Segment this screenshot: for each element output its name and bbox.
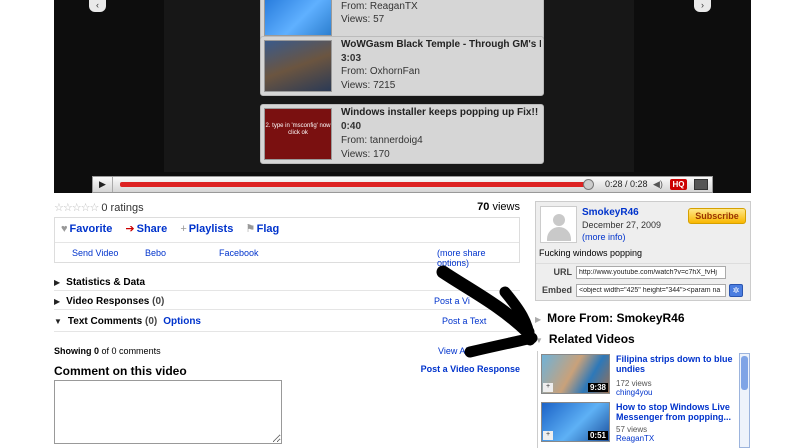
rating-stars[interactable]: ☆☆☆☆☆ [54, 202, 99, 214]
list-item[interactable]: + 9:38 Filipina strips down to blue undi… [540, 354, 740, 398]
upload-date: December 27, 2009 [582, 220, 662, 230]
embed-label: Embed [541, 285, 572, 295]
related-user[interactable]: ReaganTX [616, 434, 654, 443]
divider [54, 309, 520, 310]
card-from: From: OxhornFan [341, 66, 420, 77]
divider [54, 331, 520, 332]
more-share-options-link[interactable]: (more share options) [437, 248, 519, 268]
time-display: 0:28 / 0:28 [605, 179, 648, 189]
flag-icon: ⚑ [246, 223, 255, 235]
action-bar: ♥ Favorite ➔ Share + Playlists ⚑ Flag Send V… [54, 217, 520, 268]
card-from: From: tannerdoig4 [341, 135, 423, 146]
related-videos-list: + 9:38 Filipina strips down to blue undi… [537, 351, 751, 448]
post-text-comment-link[interactable]: Post a Text [442, 316, 486, 326]
card-title: WoWGasm Black Temple - Through GM's E [341, 39, 541, 50]
volume-icon[interactable]: ◀) [653, 179, 663, 190]
video-thumbnail [264, 40, 332, 92]
arrow-right-icon: ➔ [125, 223, 135, 235]
plus-icon[interactable]: + [543, 431, 553, 440]
related-user[interactable]: ching4you [616, 388, 652, 397]
duration-badge: 9:38 [587, 383, 608, 392]
post-video-response-link[interactable]: Post a Vi [434, 296, 470, 306]
hq-button[interactable]: HQ [670, 179, 687, 190]
card-title: Windows installer keeps popping up Fix!! [341, 107, 539, 118]
list-item[interactable]: + 0:51 How to stop Windows Live Messenge… [540, 402, 740, 446]
bebo-link[interactable]: Bebo [145, 248, 166, 258]
view-all-comments-link[interactable]: View All [438, 346, 469, 356]
fullscreen-icon[interactable] [694, 179, 708, 190]
ratings-count: 0 ratings [101, 202, 144, 214]
chevron-left-icon[interactable]: ‹ [89, 0, 106, 12]
playlists-button[interactable]: + Playlists [180, 223, 233, 235]
post-video-response-button[interactable]: Post a Video Response [380, 364, 520, 374]
card-views: Views: 7215 [341, 80, 396, 91]
comment-textarea[interactable] [54, 380, 282, 444]
heart-icon: ♥ [61, 223, 68, 235]
duration-badge: 0:51 [587, 431, 608, 440]
rating-summary: ☆☆☆☆☆ 0 ratings [54, 201, 144, 214]
share-links: Send Video Bebo Facebook (more share opt… [55, 242, 519, 268]
section-video-responses[interactable]: ▶ Video Responses (0) [54, 296, 164, 307]
card-views: Views: 170 [341, 149, 390, 160]
uploader-name[interactable]: SmokeyR46 [582, 207, 639, 218]
more-info-link[interactable]: (more info) [582, 232, 626, 242]
card-views: Views: 57 [341, 14, 385, 25]
triangle-right-icon: ▶ [54, 278, 61, 287]
favorite-button[interactable]: ♥ Favorite [61, 223, 112, 235]
plus-icon: + [180, 223, 187, 235]
channel-info-box: SmokeyR46 December 27, 2009 (more info) … [535, 201, 751, 301]
embed-row: Embed ✲ [536, 282, 750, 300]
avatar[interactable] [540, 206, 577, 243]
related-scrollbar[interactable] [739, 353, 750, 448]
card-duration: 3:03 [341, 53, 362, 64]
progress-bar[interactable] [120, 179, 594, 190]
card-from: From: ReaganTX [341, 1, 418, 12]
video-thumbnail[interactable]: + 0:51 [541, 402, 610, 442]
triangle-right-icon: ▶ [535, 315, 542, 324]
scroll-thumb[interactable] [741, 356, 748, 390]
play-icon[interactable]: ▶ [93, 177, 113, 192]
related-views: 172 views [616, 379, 652, 388]
triangle-down-icon: ▼ [54, 317, 62, 326]
view-count: 70 views [477, 201, 520, 213]
send-video-link[interactable]: Send Video [72, 248, 118, 258]
flag-button[interactable]: ⚑ Flag [246, 223, 279, 235]
end-screen-related-item[interactable]: 2. type in 'msconfig' now click ok Windo… [260, 104, 544, 164]
card-duration: 0:40 [341, 121, 362, 132]
more-from-heading[interactable]: ▶ More From: SmokeyR46 [535, 311, 685, 325]
related-title[interactable]: Filipina strips down to blue undies [616, 354, 740, 374]
video-player[interactable]: ‹ › From: ReaganTX Views: 57 WoWGasm Bla… [54, 0, 751, 193]
triangle-down-icon: ▼ [535, 336, 543, 345]
share-button[interactable]: ➔ Share [125, 223, 167, 235]
gear-icon[interactable]: ✲ [729, 284, 743, 297]
url-row: URL [536, 263, 750, 281]
embed-field[interactable] [576, 284, 726, 297]
subscribe-button[interactable]: Subscribe [688, 208, 746, 224]
comment-heading: Comment on this video [54, 364, 187, 378]
url-label: URL [553, 267, 573, 277]
related-views: 57 views [616, 425, 648, 434]
seek-handle[interactable] [583, 179, 594, 190]
triangle-right-icon: ▶ [54, 297, 61, 306]
video-thumbnail [264, 0, 332, 36]
player-controls: ▶ 0:28 / 0:28 ◀) HQ [92, 176, 713, 193]
comments-showing: Showing 0 of 0 comments [54, 346, 161, 356]
facebook-link[interactable]: Facebook [219, 248, 259, 258]
chevron-right-icon[interactable]: › [694, 0, 711, 12]
video-description: Fucking windows popping [539, 248, 643, 258]
url-field[interactable] [576, 266, 726, 279]
related-videos-heading[interactable]: ▼ Related Videos [535, 332, 635, 346]
section-text-comments[interactable]: ▼ Text Comments (0) Options [54, 316, 201, 327]
options-link[interactable]: Options [163, 316, 201, 327]
video-thumbnail: 2. type in 'msconfig' now click ok [264, 108, 332, 160]
end-screen-related-item[interactable]: From: ReaganTX Views: 57 [260, 0, 544, 40]
plus-icon[interactable]: + [543, 383, 553, 392]
section-statistics[interactable]: ▶ Statistics & Data [54, 277, 145, 288]
divider [54, 290, 520, 291]
related-title[interactable]: How to stop Windows Live Messenger from … [616, 402, 740, 422]
video-thumbnail[interactable]: + 9:38 [541, 354, 610, 394]
end-screen-related-item[interactable]: WoWGasm Black Temple - Through GM's E 3:… [260, 36, 544, 96]
